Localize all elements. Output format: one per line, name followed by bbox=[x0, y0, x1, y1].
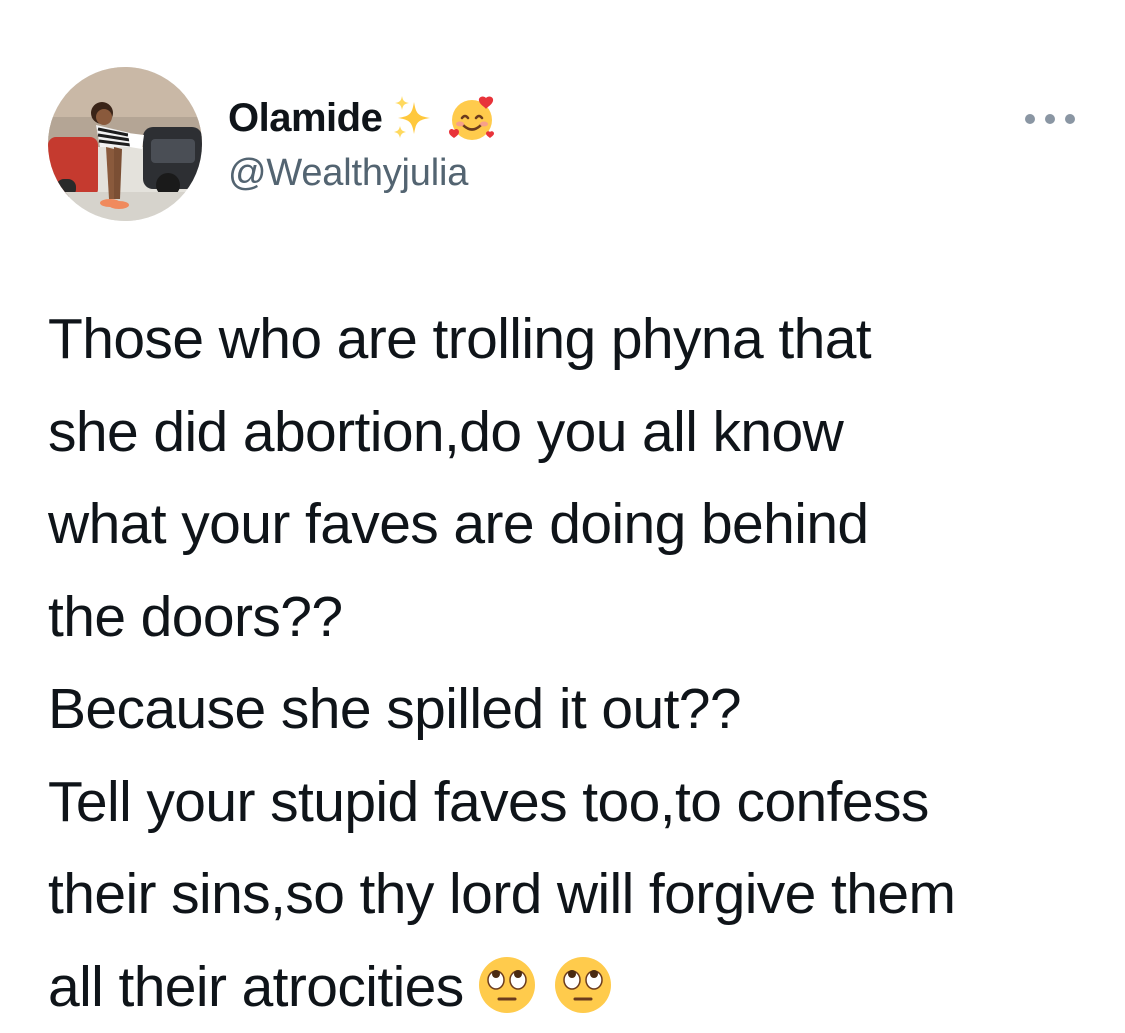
tweet-line: all their atrocities bbox=[48, 955, 464, 1019]
tweet-line: Those who are trolling phyna that bbox=[48, 293, 1098, 386]
more-dot bbox=[1045, 114, 1055, 124]
tweet: Olamide @Wealthyjulia bbox=[0, 0, 1125, 1028]
smiling-face-with-hearts-emoji bbox=[446, 92, 498, 144]
sparkles-emoji bbox=[388, 92, 440, 144]
tweet-line: she did abortion,do you all know bbox=[48, 386, 1098, 479]
face-with-rolling-eyes-emoji bbox=[474, 952, 540, 1018]
author-name-row[interactable]: Olamide bbox=[228, 92, 498, 144]
tweet-line: their sins,so thy lord will forgive them bbox=[48, 848, 1098, 941]
more-dot bbox=[1065, 114, 1075, 124]
author-display-name[interactable]: Olamide bbox=[228, 92, 382, 144]
face-with-rolling-eyes-emoji bbox=[550, 952, 616, 1018]
tweet-line: Tell your stupid faves too,to confess bbox=[48, 756, 1098, 849]
tweet-line: Because she spilled it out?? bbox=[48, 663, 1098, 756]
tweet-line: what your faves are doing behind bbox=[48, 478, 1098, 571]
tweet-last-line: all their atrocities bbox=[48, 941, 1098, 1033]
tweet-line: the doors?? bbox=[48, 571, 1098, 664]
more-options-icon[interactable] bbox=[1025, 108, 1075, 130]
author-handle[interactable]: @Wealthyjulia bbox=[228, 150, 468, 196]
tweet-text: Those who are trolling phyna that she di… bbox=[48, 293, 1098, 1033]
more-dot bbox=[1025, 114, 1035, 124]
avatar-photo bbox=[48, 67, 202, 221]
avatar[interactable] bbox=[48, 67, 202, 221]
